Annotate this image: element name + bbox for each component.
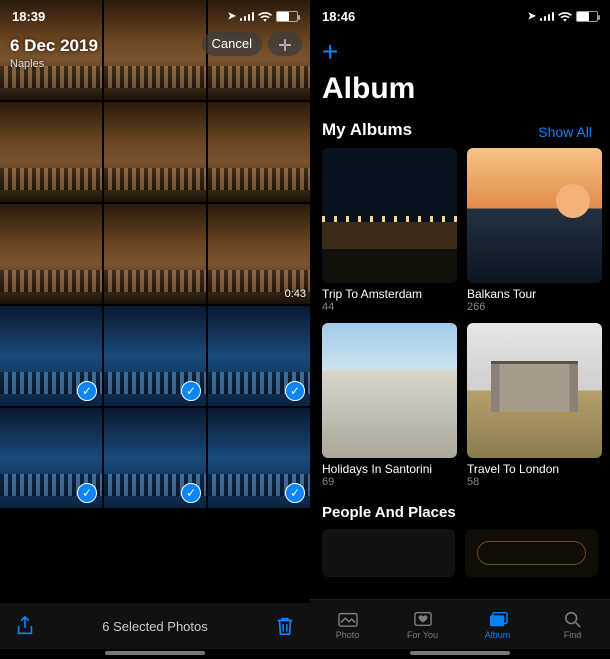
album-card[interactable]: Balkans Tour 266 <box>467 148 602 313</box>
search-icon <box>562 610 584 628</box>
my-albums-section-header: My Albums Show All <box>322 120 598 140</box>
albums-screen: 18:46 ➤ + Album My Albums Show All Trip … <box>310 0 610 659</box>
section-label: People And Places <box>322 504 598 521</box>
photos-select-screen: 18:39 ➤ 6 Dec 2019 Naples Cancel <box>0 0 310 659</box>
tab-label: Photo <box>336 630 360 640</box>
photo-thumbnail[interactable]: ✓ <box>0 408 102 508</box>
tab-search[interactable]: Find <box>535 600 610 649</box>
selected-check-icon: ✓ <box>77 381 97 401</box>
status-bar: 18:46 ➤ <box>310 0 610 32</box>
signal-icon <box>240 11 254 21</box>
album-thumbnail <box>467 323 602 458</box>
photo-grid[interactable]: 0:43 ✓ ✓ ✓ ✓ ✓ ✓ <box>0 0 310 599</box>
home-indicator[interactable] <box>410 651 510 655</box>
status-time: 18:39 <box>12 9 45 24</box>
album-name: Trip To Amsterdam <box>322 287 457 301</box>
albums-grid[interactable]: Trip To Amsterdam 44 Balkans Tour 266 V … <box>310 140 610 498</box>
photo-thumbnail[interactable]: ✓ <box>208 408 310 508</box>
photo-thumbnail[interactable]: ✓ <box>208 306 310 406</box>
tab-label: Find <box>564 630 582 640</box>
status-right: ➤ <box>228 11 298 22</box>
tab-bar: Photo For You Album Find <box>310 599 610 649</box>
photo-thumbnail[interactable] <box>208 102 310 202</box>
photo-thumbnail[interactable]: ✓ <box>104 306 206 406</box>
tab-albums[interactable]: Album <box>460 600 535 649</box>
photo-thumbnail[interactable] <box>0 102 102 202</box>
add-album-button[interactable]: + <box>322 36 598 68</box>
album-thumbnail <box>467 148 602 283</box>
battery-icon <box>576 11 598 22</box>
wifi-icon <box>258 11 272 22</box>
album-count: 58 <box>467 476 602 488</box>
people-places-section: People And Places <box>310 498 610 577</box>
selected-check-icon: ✓ <box>285 381 305 401</box>
photo-thumbnail[interactable]: ✓ <box>0 306 102 406</box>
battery-icon <box>276 11 298 22</box>
album-name: Holidays In Santorini <box>322 462 457 476</box>
tab-label: Album <box>485 630 511 640</box>
photo-thumbnail[interactable] <box>104 102 206 202</box>
video-thumbnail[interactable]: 0:43 <box>208 204 310 304</box>
selected-check-icon: ✓ <box>285 483 305 503</box>
video-duration: 0:43 <box>285 288 306 300</box>
status-right: ➤ <box>528 11 598 22</box>
places-card[interactable] <box>465 529 598 577</box>
location-subtitle: Naples <box>10 58 300 70</box>
album-count: 44 <box>322 301 457 313</box>
album-card[interactable]: Trip To Amsterdam 44 <box>322 148 457 313</box>
adjust-icon <box>278 38 292 52</box>
selected-check-icon: ✓ <box>181 483 201 503</box>
status-time: 18:46 <box>322 9 355 24</box>
status-bar: 18:39 ➤ <box>0 0 310 32</box>
album-card[interactable]: Holidays In Santorini 69 <box>322 323 457 488</box>
album-thumbnail <box>322 323 457 458</box>
page-title: Album <box>322 72 598 106</box>
album-name: Travel To London <box>467 462 602 476</box>
albums-icon <box>487 610 509 628</box>
photo-thumbnail[interactable] <box>0 204 102 304</box>
album-name: Balkans Tour <box>467 287 602 301</box>
photo-thumbnail[interactable]: ✓ <box>104 408 206 508</box>
selection-toolbar: 6 Selected Photos <box>0 603 310 649</box>
selected-check-icon: ✓ <box>77 483 97 503</box>
location-icon: ➤ <box>228 11 236 22</box>
trash-icon[interactable] <box>274 615 296 637</box>
share-icon[interactable] <box>14 615 36 637</box>
tab-for-you[interactable]: For You <box>385 600 460 649</box>
filter-button[interactable] <box>268 32 302 56</box>
home-indicator[interactable] <box>105 651 205 655</box>
album-count: 266 <box>467 301 602 313</box>
album-thumbnail <box>322 148 457 283</box>
section-label: My Albums <box>322 120 412 140</box>
album-count: 69 <box>322 476 457 488</box>
selected-check-icon: ✓ <box>181 381 201 401</box>
signal-icon <box>540 11 554 21</box>
heart-icon <box>412 610 434 628</box>
photo-thumbnail[interactable] <box>104 204 206 304</box>
selection-header: 6 Dec 2019 Naples Cancel <box>0 30 310 76</box>
location-icon: ➤ <box>528 11 536 22</box>
selected-count-text: 6 Selected Photos <box>102 619 208 634</box>
show-all-link[interactable]: Show All <box>538 124 592 140</box>
album-card[interactable]: Travel To London 58 <box>467 323 602 488</box>
library-icon <box>337 610 359 628</box>
wifi-icon <box>558 11 572 22</box>
cancel-button[interactable]: Cancel <box>202 32 262 56</box>
tab-library[interactable]: Photo <box>310 600 385 649</box>
tab-label: For You <box>407 630 438 640</box>
people-card[interactable] <box>322 529 455 577</box>
